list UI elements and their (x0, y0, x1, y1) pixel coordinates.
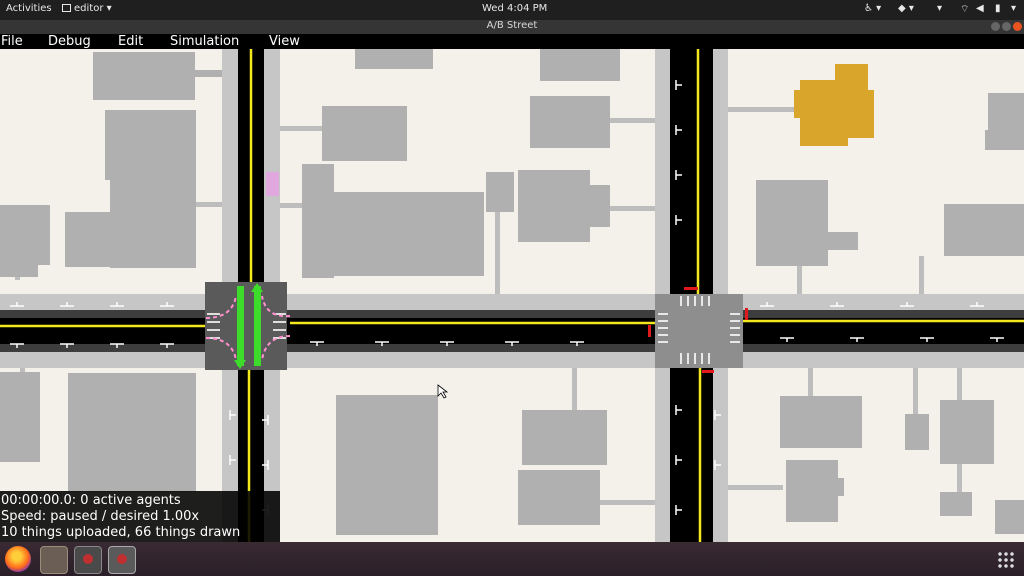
map-canvas[interactable] (0, 49, 1024, 542)
system-top-bar: Activities editor ▾ Wed 4:04 PM ♿ ▾ ◆ ▾ … (0, 0, 1024, 20)
firefox-icon[interactable] (5, 546, 31, 572)
menu-debug[interactable]: Debug (48, 34, 91, 49)
window-titlebar: A/B Street (0, 20, 1024, 34)
files-icon[interactable] (40, 546, 68, 574)
window-title: A/B Street (486, 20, 538, 31)
volume-icon[interactable]: ◀ (976, 3, 984, 14)
intersection-east[interactable] (655, 294, 743, 368)
wifi-icon[interactable]: ⌔ (960, 3, 969, 16)
taskbar-dock (0, 542, 1024, 576)
mouse-cursor-icon (437, 384, 449, 399)
apps-grid-icon[interactable] (997, 551, 1015, 569)
clock[interactable]: Wed 4:04 PM (482, 3, 547, 14)
menu-edit[interactable]: Edit (118, 34, 143, 49)
speed-status: Speed: paused / desired 1.00x (1, 509, 200, 524)
menu-bar: File Debug Edit Simulation View (0, 34, 1024, 50)
app-menu-label: editor (74, 3, 104, 14)
render-status: 10 things uploaded, 66 things drawn (1, 525, 241, 540)
accessibility-icon[interactable]: ♿ ▾ (864, 3, 881, 14)
maximize-icon[interactable] (1002, 22, 1011, 31)
dropbox-icon[interactable]: ◆ ▾ (898, 3, 914, 14)
menu-file[interactable]: File (1, 34, 23, 49)
system-menu-icon[interactable]: ▾ (1011, 3, 1016, 14)
sim-time-status: 00:00:00.0: 0 active agents (1, 493, 181, 508)
bus-stop-marker[interactable] (266, 172, 279, 196)
app-menu[interactable]: editor ▾ (62, 3, 112, 14)
intersection-west[interactable] (205, 282, 287, 370)
chevron-down-icon[interactable]: ▾ (937, 3, 942, 14)
activities-button[interactable]: Activities (6, 3, 52, 14)
status-panel: 00:00:00.0: 0 active agents Speed: pause… (0, 491, 280, 542)
battery-icon[interactable]: ▮ (995, 3, 1001, 14)
menu-simulation[interactable]: Simulation (170, 34, 239, 49)
selected-building[interactable] (794, 64, 874, 146)
terminal-icon-active[interactable] (108, 546, 136, 574)
map-svg[interactable] (0, 49, 1024, 542)
close-icon[interactable] (1013, 22, 1022, 31)
menu-view[interactable]: View (269, 34, 300, 49)
terminal-icon[interactable] (74, 546, 102, 574)
minimize-icon[interactable] (991, 22, 1000, 31)
app-menu-icon (62, 4, 71, 12)
